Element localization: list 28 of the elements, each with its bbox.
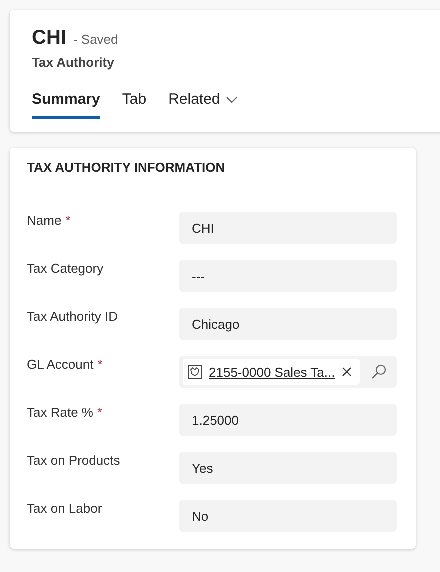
input-field[interactable]: --- <box>179 260 397 292</box>
field-label: Tax Rate % <box>27 405 94 420</box>
input-field[interactable]: 1.25000 <box>179 404 397 436</box>
field-label: Tax on Labor <box>27 501 102 516</box>
input-field[interactable]: Chicago <box>179 308 397 340</box>
required-marker: * <box>97 405 103 420</box>
required-marker: * <box>66 213 71 228</box>
input-field[interactable]: CHI <box>179 212 397 244</box>
field-label: Name <box>27 213 62 228</box>
section-title: TAX AUTHORITY INFORMATION <box>27 160 226 175</box>
entity-name: Tax Authority <box>32 55 116 70</box>
search-icon[interactable] <box>371 364 387 380</box>
input-field[interactable]: No <box>179 500 397 532</box>
lookup-field[interactable]: 2155-0000 Sales Ta... <box>179 356 397 388</box>
input-field[interactable]: Yes <box>179 452 397 484</box>
close-icon[interactable] <box>342 367 352 377</box>
record-title: CHI <box>32 27 66 50</box>
save-status: - Saved <box>73 32 118 47</box>
field-label: GL Account <box>27 357 94 372</box>
required-marker: * <box>98 357 103 372</box>
field-label: Tax on Products <box>27 453 120 468</box>
tab[interactable]: Related <box>168 91 238 119</box>
tab[interactable]: Tab <box>122 91 147 119</box>
field-label: Tax Authority ID <box>27 309 118 324</box>
chevron-down-icon <box>226 96 238 104</box>
record-icon <box>188 365 202 379</box>
field-label: Tax Category <box>27 261 104 276</box>
tab[interactable]: Summary <box>32 91 100 119</box>
